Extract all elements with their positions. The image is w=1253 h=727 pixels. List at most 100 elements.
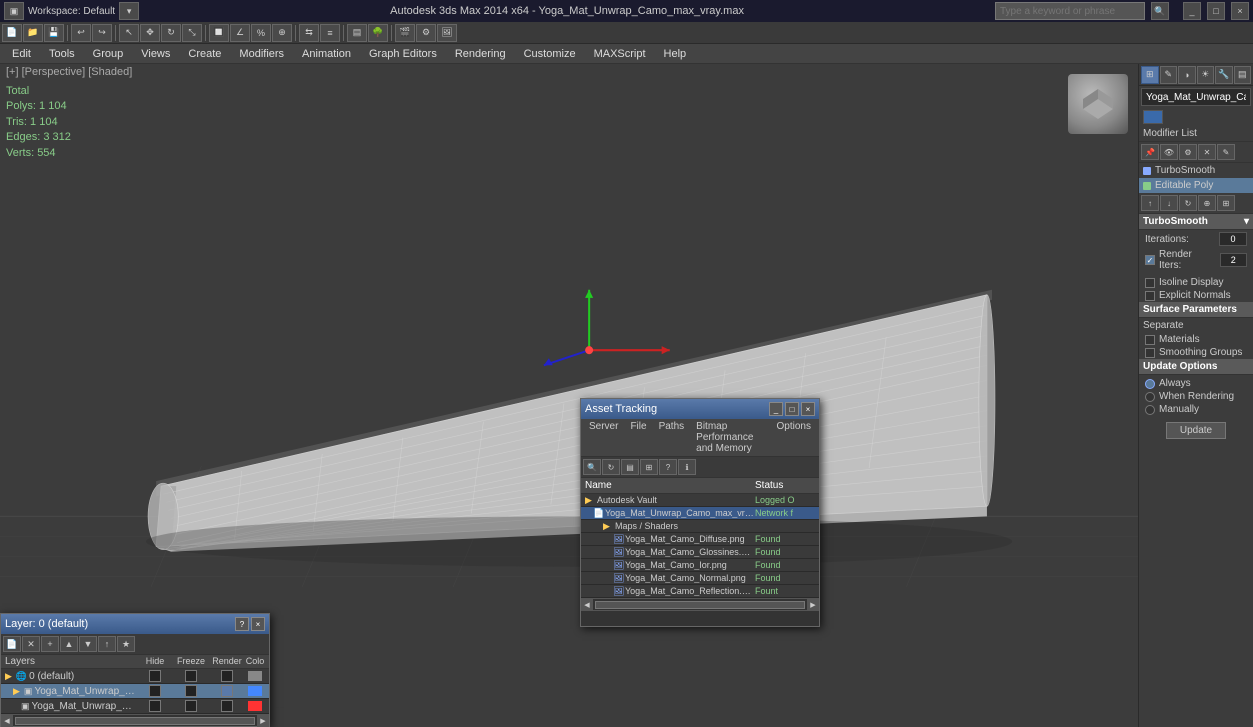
at-scroll-left[interactable]: ◀: [581, 599, 593, 611]
cp-icon-6[interactable]: ▤: [1234, 66, 1252, 84]
scale-icon[interactable]: ⤡: [182, 24, 202, 42]
surface-params-header[interactable]: Surface Parameters: [1139, 302, 1253, 318]
layer-yoga-render-check[interactable]: [221, 685, 233, 697]
menu-modifiers[interactable]: Modifiers: [231, 46, 292, 62]
search-button[interactable]: 🔍: [1151, 2, 1169, 20]
snap-toggle[interactable]: 🔲: [209, 24, 229, 42]
update-always-row[interactable]: Always: [1145, 377, 1247, 390]
layer-row-yoga-sub[interactable]: ▣ Yoga_Mat_Unwrap_Camo: [1, 699, 269, 714]
layers-select-icon[interactable]: ↑: [98, 636, 116, 652]
render-iters-value[interactable]: 2: [1220, 253, 1247, 267]
at-menu-server[interactable]: Server: [583, 419, 624, 456]
layer-yogasub-freeze[interactable]: [173, 700, 209, 712]
layers-delete-icon[interactable]: ✕: [22, 636, 40, 652]
at-row-ior[interactable]: 🖼 Yoga_Mat_Camo_Ior.png Found: [581, 559, 819, 572]
layer-row-default[interactable]: ▶ 🌐 0 (default): [1, 669, 269, 684]
mod-icon-edit[interactable]: ✎: [1217, 144, 1235, 160]
turbosmooth-section-header[interactable]: TurboSmooth ▾: [1139, 214, 1253, 230]
menu-edit[interactable]: Edit: [4, 46, 39, 62]
iterations-value[interactable]: 0: [1219, 232, 1247, 246]
layer-yogasub-color-swatch[interactable]: [248, 701, 262, 711]
menu-rendering[interactable]: Rendering: [447, 46, 514, 62]
layers-close-button[interactable]: ×: [251, 617, 265, 631]
mod-icon-bottom-1[interactable]: ↑: [1141, 195, 1159, 211]
at-row-max-file[interactable]: 📄 Yoga_Mat_Unwrap_Camo_max_vray.max Netw…: [581, 507, 819, 520]
at-list-icon[interactable]: ▤: [621, 459, 639, 475]
layers-move-up-icon[interactable]: ▲: [60, 636, 78, 652]
mod-icon-settings[interactable]: ⚙: [1179, 144, 1197, 160]
layer-yoga-render[interactable]: [209, 685, 245, 697]
maximize-button[interactable]: □: [1207, 2, 1225, 20]
layer-default-hide-check[interactable]: [149, 670, 161, 682]
layer-default-render[interactable]: [209, 670, 245, 682]
minimize-button[interactable]: _: [1183, 2, 1201, 20]
at-close-button[interactable]: ×: [801, 402, 815, 416]
at-row-reflection[interactable]: 🖼 Yoga_Mat_Camo_Reflection.png Fount: [581, 585, 819, 598]
layer-default-color-swatch[interactable]: [248, 671, 262, 681]
explicit-normals-check[interactable]: [1145, 291, 1155, 301]
render-setup-icon[interactable]: ⚙: [416, 24, 436, 42]
update-button[interactable]: Update: [1166, 422, 1226, 439]
mod-icon-visible[interactable]: 👁: [1160, 144, 1178, 160]
layer-yoga-hide[interactable]: [137, 685, 173, 697]
layer-yoga-color[interactable]: [245, 686, 265, 696]
at-row-vault[interactable]: ▶ Autodesk Vault Logged O: [581, 494, 819, 507]
update-when-rendering-radio[interactable]: [1145, 392, 1155, 402]
mod-icon-bottom-5[interactable]: ⊞: [1217, 195, 1235, 211]
close-button[interactable]: ×: [1231, 2, 1249, 20]
at-menu-file[interactable]: File: [624, 419, 652, 456]
align-icon[interactable]: ≡: [320, 24, 340, 42]
update-options-header[interactable]: Update Options: [1139, 359, 1253, 375]
open-file-icon[interactable]: 📁: [23, 24, 43, 42]
render-iters-check[interactable]: [1145, 255, 1155, 265]
layers-highlight-icon[interactable]: ★: [117, 636, 135, 652]
update-manually-radio[interactable]: [1145, 405, 1155, 415]
layer-default-render-check[interactable]: [221, 670, 233, 682]
layer-yoga-color-swatch[interactable]: [248, 686, 262, 696]
at-menu-paths[interactable]: Paths: [653, 419, 691, 456]
at-row-glossines[interactable]: 🖼 Yoga_Mat_Camo_Glossines.png Found: [581, 546, 819, 559]
mirror-icon[interactable]: ⇆: [299, 24, 319, 42]
spinner-snap-icon[interactable]: ⊕: [272, 24, 292, 42]
layer-yoga-hide-check[interactable]: [149, 685, 161, 697]
menu-animation[interactable]: Animation: [294, 46, 359, 62]
materials-check[interactable]: [1145, 335, 1155, 345]
at-row-maps[interactable]: ▶ Maps / Shaders: [581, 520, 819, 533]
layer-default-hide[interactable]: [137, 670, 173, 682]
at-menu-bitmap-perf[interactable]: Bitmap Performance and Memory: [690, 419, 770, 456]
new-file-icon[interactable]: 📄: [2, 24, 22, 42]
layer-default-color[interactable]: [245, 671, 265, 681]
modifier-turbosmooth[interactable]: TurboSmooth: [1139, 163, 1253, 178]
layer-yoga-freeze-check[interactable]: [185, 685, 197, 697]
rotate-icon[interactable]: ↻: [161, 24, 181, 42]
rendered-frame-icon[interactable]: 🖼: [437, 24, 457, 42]
cp-icon-1[interactable]: ⊞: [1141, 66, 1159, 84]
layer-default-freeze[interactable]: [173, 670, 209, 682]
select-icon[interactable]: ↖: [119, 24, 139, 42]
mod-icon-delete[interactable]: ✕: [1198, 144, 1216, 160]
update-when-rendering-row[interactable]: When Rendering: [1145, 390, 1247, 403]
mod-icon-pin[interactable]: 📌: [1141, 144, 1159, 160]
layers-scroll-thumb[interactable]: [15, 717, 255, 725]
at-info-icon[interactable]: ℹ: [678, 459, 696, 475]
at-minimize-button[interactable]: _: [769, 402, 783, 416]
cp-icon-4[interactable]: ☀: [1197, 66, 1215, 84]
menu-views[interactable]: Views: [133, 46, 178, 62]
cp-icon-2[interactable]: ✎: [1160, 66, 1178, 84]
layers-scroll-left[interactable]: ◀: [1, 715, 13, 727]
menu-help[interactable]: Help: [656, 46, 695, 62]
redo-icon[interactable]: ↪: [92, 24, 112, 42]
layers-new-icon[interactable]: 📄: [3, 636, 21, 652]
layer-default-freeze-check[interactable]: [185, 670, 197, 682]
at-help-icon[interactable]: ?: [659, 459, 677, 475]
layers-help-button[interactable]: ?: [235, 617, 249, 631]
object-name-input[interactable]: [1141, 88, 1251, 106]
at-maximize-button[interactable]: □: [785, 402, 799, 416]
move-icon[interactable]: ✥: [140, 24, 160, 42]
menu-customize[interactable]: Customize: [516, 46, 584, 62]
at-row-normal[interactable]: 🖼 Yoga_Mat_Camo_Normal.png Found: [581, 572, 819, 585]
viewport-area[interactable]: [+] [Perspective] [Shaded] Total Polys: …: [0, 64, 1138, 727]
undo-icon[interactable]: ↩: [71, 24, 91, 42]
layer-yogasub-render[interactable]: [209, 700, 245, 712]
angle-snap-icon[interactable]: ∠: [230, 24, 250, 42]
